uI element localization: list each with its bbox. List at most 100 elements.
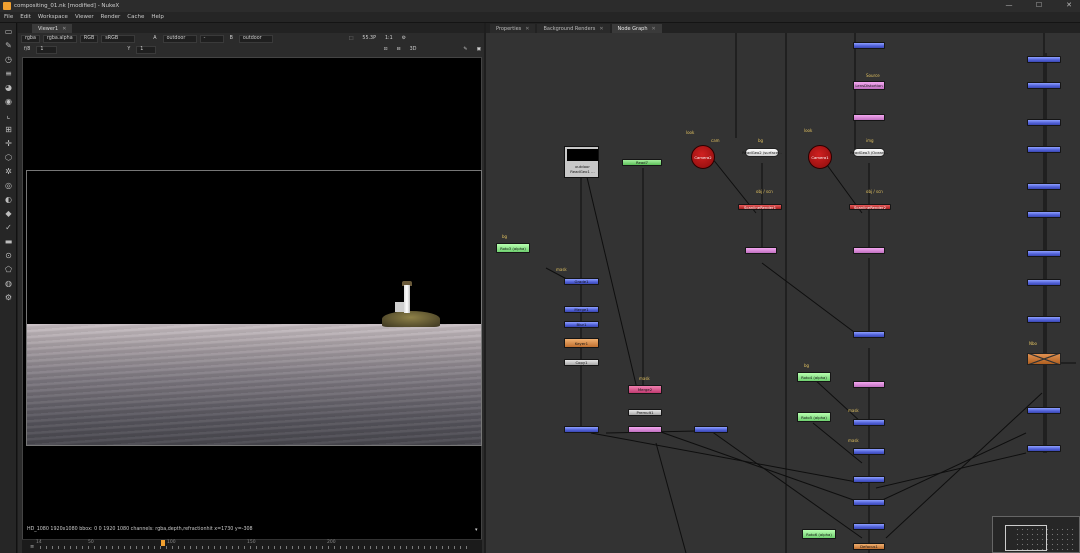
timeline-menu-icon[interactable]: ≡	[30, 544, 34, 550]
filter-tool-icon[interactable]: ◉	[3, 96, 14, 107]
merge-node[interactable]	[853, 499, 885, 506]
scanlinerender1-node[interactable]: ScanlineRender1	[738, 204, 782, 210]
close-tab-icon[interactable]: ✕	[652, 26, 656, 32]
merge-node[interactable]	[1027, 250, 1061, 257]
deep-tool-icon[interactable]: ◎	[3, 180, 14, 191]
timeline-cursor[interactable]	[161, 540, 165, 546]
camera1-node[interactable]: Camera1	[808, 145, 832, 169]
metadata-tool-icon[interactable]: ◆	[3, 208, 14, 219]
roto3-node[interactable]: Roto3 (alpha)	[496, 243, 530, 253]
y-field[interactable]: 1	[136, 45, 156, 54]
close-button[interactable]: ✕	[1064, 1, 1074, 9]
roto5-node[interactable]: Roto5 (alpha)	[797, 412, 831, 422]
grade-node[interactable]	[745, 247, 777, 254]
scanlinerender2-node[interactable]: ScanlineRender2	[849, 204, 891, 210]
merge-node[interactable]	[1027, 407, 1061, 414]
compare-mode-select[interactable]: -	[199, 34, 224, 43]
proxy-value[interactable]: 55.3P	[359, 35, 379, 43]
merge-node[interactable]	[853, 331, 885, 338]
merge-node[interactable]	[853, 476, 885, 483]
wipe-icon[interactable]: ⊟	[394, 46, 404, 54]
grade-node[interactable]	[628, 426, 662, 433]
lock-icon[interactable]: ▣	[473, 46, 484, 54]
grade-1-node[interactable]: Grade1	[564, 278, 599, 285]
flare-orange-node[interactable]	[1027, 353, 1061, 365]
view-mode-select[interactable]: 3D	[407, 46, 420, 54]
merge-node[interactable]	[853, 419, 885, 426]
snapshot-icon[interactable]: ⊡	[381, 46, 391, 54]
node-graph-canvas[interactable]: outdoor ReadGeo1 ... Read7 Roto3 (alpha)…	[486, 33, 1080, 553]
menu-cache[interactable]: Cache	[127, 14, 144, 20]
close-tab-icon[interactable]: ✕	[525, 26, 529, 32]
merge-1-node[interactable]: Merge1	[564, 306, 599, 313]
merge-tool-icon[interactable]: ⊞	[3, 124, 14, 135]
menu-render[interactable]: Render	[101, 14, 121, 20]
lens-distortion-node[interactable]: LensDistortion	[853, 81, 885, 90]
downscale-select[interactable]: 1:1	[382, 35, 396, 43]
timeline-track[interactable]	[40, 546, 470, 549]
readgeo3-node[interactable]: ReadGeo3 /Ocean...	[850, 148, 888, 157]
camera2-node[interactable]: Camera2	[691, 145, 715, 169]
draw-tool-icon[interactable]: ✎	[3, 40, 14, 51]
copy-1-node[interactable]: Copy1	[564, 359, 599, 366]
plugin-tool-icon[interactable]: ⚙	[3, 292, 14, 303]
roto4-node[interactable]: Roto4 (alpha)	[797, 372, 831, 382]
merge-node[interactable]	[564, 426, 599, 433]
other-tool-icon[interactable]: ▬	[3, 236, 14, 247]
readgeo2-node[interactable]: ReadGeo2 /surface...	[742, 148, 782, 157]
merge-node[interactable]	[1027, 316, 1061, 323]
premult-1-node[interactable]: Premult1	[628, 409, 662, 416]
transform-tool-icon[interactable]: ✛	[3, 138, 14, 149]
graph-minimap[interactable]	[992, 516, 1080, 553]
merge-node[interactable]	[853, 448, 885, 455]
display-channels-select[interactable]: RGB	[79, 34, 99, 43]
time-tool-icon[interactable]: ◷	[3, 54, 14, 65]
close-tab-icon[interactable]: ✕	[599, 26, 603, 32]
merge-node[interactable]	[1027, 211, 1061, 218]
colorspace-select[interactable]: sRGB	[101, 34, 136, 43]
channels-select[interactable]: rgba	[21, 34, 40, 43]
tab-node-graph[interactable]: Node Graph ✕	[611, 24, 662, 33]
grade-node[interactable]	[853, 247, 885, 254]
merge-node[interactable]	[1027, 56, 1061, 63]
cara-tool-icon[interactable]: ⬠	[3, 264, 14, 275]
grade-node[interactable]	[853, 114, 885, 121]
minimize-button[interactable]: —	[1004, 1, 1014, 9]
merge-node[interactable]	[853, 42, 885, 49]
menu-help[interactable]: Help	[151, 14, 164, 20]
merge-node[interactable]	[853, 523, 885, 530]
roto6-node[interactable]: Roto6 (alpha)	[802, 529, 836, 539]
paint-icon[interactable]: ✎	[460, 46, 470, 54]
tab-viewer1[interactable]: Viewer1 ✕	[32, 24, 73, 33]
menu-viewer[interactable]: Viewer	[75, 14, 94, 20]
particles-tool-icon[interactable]: ✲	[3, 166, 14, 177]
furnace-tool-icon[interactable]: ⊙	[3, 250, 14, 261]
menu-edit[interactable]: Edit	[20, 14, 31, 20]
blur-1-node[interactable]: Blur1	[564, 321, 599, 328]
minimap-viewport[interactable]	[1005, 525, 1047, 551]
merge-node[interactable]	[1027, 82, 1061, 89]
menu-workspace[interactable]: Workspace	[38, 14, 68, 20]
layer-select[interactable]: rgba.alpha	[42, 34, 77, 43]
settings-icon[interactable]: ⚙	[399, 35, 409, 43]
merge-node[interactable]	[1027, 119, 1061, 126]
views-tool-icon[interactable]: ◐	[3, 194, 14, 205]
tab-background-renders[interactable]: Background Renders ✕	[537, 24, 610, 33]
viewer-canvas[interactable]	[22, 57, 482, 545]
frame-field[interactable]: 1	[36, 45, 58, 54]
channel-tool-icon[interactable]: ≡	[3, 68, 14, 79]
tab-properties[interactable]: Properties ✕	[490, 24, 536, 33]
menu-file[interactable]: File	[4, 14, 13, 20]
3d-tool-icon[interactable]: ⬡	[3, 152, 14, 163]
timeline-bar[interactable]: ≡ 14 50 100 150 200	[22, 539, 482, 553]
grade-node[interactable]	[853, 381, 885, 388]
toolsets-tool-icon[interactable]: ✓	[3, 222, 14, 233]
gizmo-tool-icon[interactable]: ◍	[3, 278, 14, 289]
image-tool-icon[interactable]: ▭	[3, 26, 14, 37]
merge-node[interactable]	[1027, 445, 1061, 452]
merge-mag-node[interactable]: Merge2	[628, 385, 662, 394]
merge-node[interactable]	[1027, 183, 1061, 190]
close-tab-icon[interactable]: ✕	[62, 26, 66, 32]
input-b-select[interactable]: outdoor	[238, 34, 273, 43]
merge-node[interactable]	[1027, 279, 1061, 286]
